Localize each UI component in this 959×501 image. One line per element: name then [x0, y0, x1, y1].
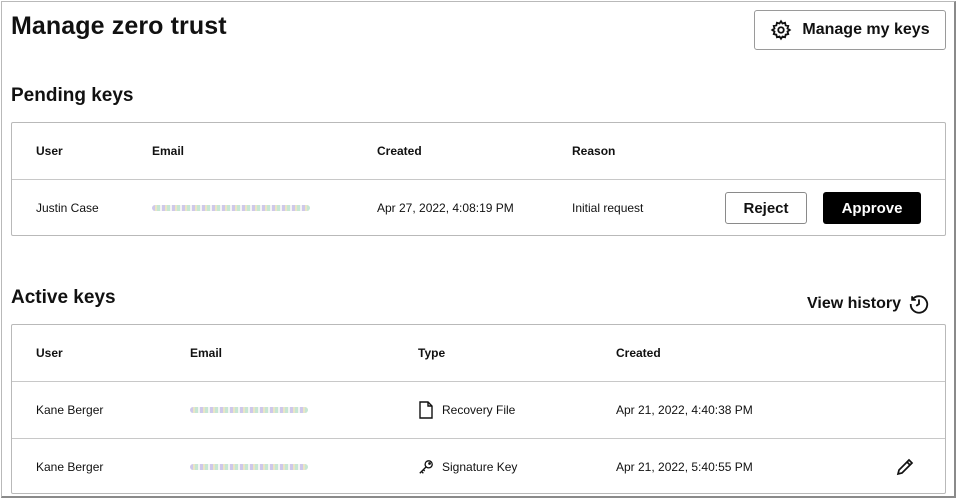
table-header-row: User Email Created Reason	[12, 123, 945, 179]
reject-button[interactable]: Reject	[725, 192, 807, 224]
table-header-row: User Email Type Created	[12, 325, 945, 381]
manage-my-keys-label: Manage my keys	[802, 21, 930, 38]
pending-keys-title: Pending keys	[11, 85, 134, 106]
page-title: Manage zero trust	[11, 12, 227, 40]
pencil-icon[interactable]	[895, 457, 915, 477]
table-row: Kane Berger Signature Key Apr 21, 2022, …	[12, 438, 945, 494]
active-keys-title: Active keys	[11, 287, 116, 308]
column-header-type: Type	[418, 346, 446, 360]
created-date: Apr 21, 2022, 4:40:38 PM	[616, 403, 753, 417]
gear-icon	[771, 19, 792, 41]
key-type: Signature Key	[418, 458, 517, 476]
manage-my-keys-button[interactable]: Manage my keys	[754, 10, 946, 50]
email-redacted	[190, 407, 308, 413]
key-icon	[419, 459, 433, 474]
column-header-email: Email	[152, 144, 185, 158]
column-header-user: User	[36, 346, 63, 360]
column-header-created: Created	[377, 144, 422, 158]
column-header-user: User	[36, 144, 63, 158]
user-name: Kane Berger	[36, 459, 104, 474]
key-type-label: Signature Key	[442, 459, 518, 474]
column-header-email: Email	[190, 346, 223, 360]
key-type-label: Recovery File	[442, 403, 516, 417]
reason-text: Initial request	[572, 201, 644, 215]
created-date: Apr 21, 2022, 5:40:55 PM	[616, 459, 753, 474]
key-type: Recovery File	[418, 401, 515, 419]
column-header-created: Created	[616, 346, 661, 360]
view-history-label: View history	[807, 295, 901, 312]
view-history-link[interactable]: View history	[807, 293, 930, 315]
approve-button[interactable]: Approve	[823, 192, 921, 224]
table-row: Justin Case Apr 27, 2022, 4:08:19 PM Ini…	[12, 179, 945, 236]
email-redacted	[190, 463, 308, 470]
active-keys-table: User Email Type Created Kane Berger Reco…	[11, 324, 946, 494]
table-row: Kane Berger Recovery File Apr 21, 2022, …	[12, 381, 945, 438]
user-name: Justin Case	[36, 201, 99, 215]
user-name: Kane Berger	[36, 403, 104, 417]
column-header-reason: Reason	[572, 144, 616, 158]
file-icon	[419, 401, 433, 419]
email-redacted	[152, 205, 310, 211]
pending-keys-table: User Email Created Reason Justin Case Ap…	[11, 122, 946, 236]
history-clock-icon	[909, 295, 929, 314]
created-date: Apr 27, 2022, 4:08:19 PM	[377, 201, 514, 215]
